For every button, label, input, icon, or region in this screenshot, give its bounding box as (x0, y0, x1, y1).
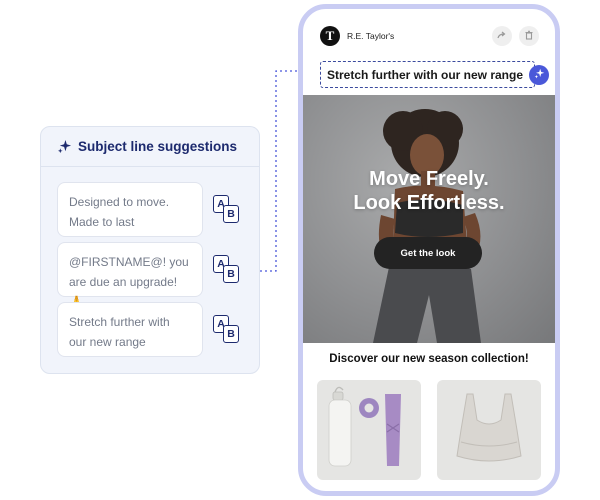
panel-title: Subject line suggestions (78, 139, 238, 154)
sparkle-icon (534, 66, 545, 84)
suggestion-text-line: Designed to move. (69, 195, 170, 209)
product-card-sports-bra[interactable] (437, 380, 541, 480)
brand-name: R.E. Taylor's (347, 31, 395, 41)
hero-headline-line: Look Effortless. (353, 192, 505, 214)
ab-test-icon[interactable]: A B (213, 315, 243, 345)
share-icon (497, 27, 507, 45)
accessories-image (328, 386, 401, 467)
hero-model-image (373, 109, 481, 343)
suggestion-text-line: Stretch further with (69, 315, 170, 329)
ab-b-label: B (223, 265, 239, 283)
ai-suggest-button[interactable] (529, 65, 549, 85)
email-header: T R.E. Taylor's (303, 9, 555, 63)
hero-headline: Move Freely. Look Effortless. (303, 167, 555, 215)
suggestion-card-1[interactable]: Designed to move. Made to last (57, 182, 203, 237)
ab-b-label: B (223, 325, 239, 343)
trash-icon (524, 27, 534, 45)
brand-logo: T (320, 26, 340, 46)
get-the-look-button[interactable]: Get the look (374, 237, 482, 269)
suggestion-text-line: our new range (69, 335, 146, 349)
hero-banner: Move Freely. Look Effortless. Get the lo… (303, 95, 555, 343)
ab-test-icon[interactable]: A B (213, 255, 243, 285)
suggestion-card-2[interactable]: @FIRSTNAME@! you are due an upgrade! 🙏 (57, 242, 203, 309)
subject-suggestions-panel: Subject line suggestions Designed to mov… (40, 126, 260, 374)
delete-button[interactable] (519, 26, 539, 46)
panel-header: Subject line suggestions (41, 127, 259, 167)
ab-test-icon[interactable]: A B (213, 195, 243, 225)
share-button[interactable] (492, 26, 512, 46)
suggestion-text-line: @FIRSTNAME@! you (69, 255, 189, 269)
hero-headline-line: Move Freely. (369, 168, 489, 190)
suggestion-card-3[interactable]: Stretch further with our new range (57, 302, 203, 357)
phone-email-preview: T R.E. Taylor's Stretch further with our… (298, 4, 560, 496)
product-card-accessories[interactable] (317, 380, 421, 480)
collection-title: Discover our new season collection! (329, 353, 529, 365)
subject-line-field[interactable]: Stretch further with our new range (320, 61, 535, 88)
sports-bra-image (456, 393, 522, 462)
ab-b-label: B (223, 205, 239, 223)
suggestion-text-line: Made to last (69, 215, 135, 229)
sparkle-icon (57, 139, 72, 154)
